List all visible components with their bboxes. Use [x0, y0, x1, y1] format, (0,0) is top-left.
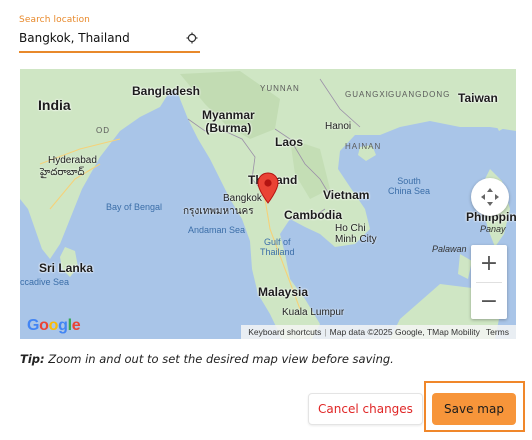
- map-label-laccadive-sea: ccadive Sea: [20, 277, 70, 287]
- map-label-bangkok-local: กรุงเทพมหานคร: [183, 206, 254, 217]
- tip-text: Tip: Zoom in and out to set the desired …: [20, 352, 394, 366]
- map-label-hyderabad: Hyderabad: [48, 155, 97, 166]
- map-label-hainan: HAINAN: [345, 142, 382, 151]
- map-view[interactable]: India Bangladesh YUNNAN GUANGXI GUANGDON…: [20, 69, 516, 339]
- map-label-hyderabad-local: హైదరాబాద్: [40, 167, 85, 178]
- cancel-changes-button[interactable]: Cancel changes: [308, 393, 423, 425]
- map-pan-control[interactable]: [471, 178, 509, 216]
- crosshair-icon[interactable]: [186, 32, 198, 44]
- tip-prefix: Tip:: [20, 352, 45, 366]
- map-label-panay: Panay: [480, 224, 506, 234]
- search-location-field: Search location: [19, 15, 200, 53]
- map-label-cambodia: Cambodia: [284, 208, 343, 222]
- map-label-palawan: Palawan: [432, 244, 467, 254]
- terms-link[interactable]: Terms: [483, 327, 512, 337]
- zoom-control: + −: [471, 245, 507, 319]
- location-pin-icon: [257, 172, 279, 204]
- zoom-in-button[interactable]: +: [471, 245, 507, 282]
- map-label-south-china-sea: South China Sea: [388, 176, 431, 196]
- search-location-label: Search location: [19, 15, 90, 25]
- map-label-od: OD: [96, 126, 110, 135]
- save-map-button[interactable]: Save map: [432, 393, 516, 425]
- map-label-india: India: [38, 97, 71, 113]
- move-arrows-icon: [481, 188, 499, 206]
- zoom-out-button[interactable]: −: [471, 283, 507, 320]
- search-location-row: [19, 27, 200, 53]
- map-label-bangladesh: Bangladesh: [132, 84, 201, 98]
- map-label-laos: Laos: [275, 135, 304, 149]
- map-label-sri-lanka: Sri Lanka: [39, 261, 94, 275]
- map-label-guangdong: GUANGDONG: [388, 90, 451, 99]
- map-label-bay-of-bengal: Bay of Bengal: [106, 202, 163, 212]
- map-label-hanoi: Hanoi: [325, 121, 352, 132]
- search-location-input[interactable]: [19, 29, 179, 47]
- map-data-text: Map data ©2025 Google, TMap Mobility: [329, 327, 480, 337]
- keyboard-shortcuts-link[interactable]: Keyboard shortcuts: [245, 327, 324, 337]
- map-label-gulf-of-thailand: Gulf of Thailand: [260, 237, 295, 257]
- map-label-myanmar: Myanmar (Burma): [202, 108, 255, 135]
- map-label-kuala-lumpur: Kuala Lumpur: [282, 307, 345, 318]
- map-label-vietnam: Vietnam: [323, 188, 370, 202]
- map-label-ho-chi-minh: Ho Chi Minh City: [335, 223, 377, 245]
- google-logo: Google: [27, 317, 81, 334]
- map-label-taiwan: Taiwan: [458, 91, 498, 105]
- map-label-malaysia: Malaysia: [258, 285, 309, 299]
- map-label-guangxi: GUANGXI: [345, 90, 389, 99]
- map-label-andaman-sea: Andaman Sea: [188, 225, 246, 235]
- map-label-yunnan: YUNNAN: [260, 84, 300, 93]
- tip-body: Zoom in and out to set the desired map v…: [44, 352, 394, 366]
- map-attribution: Keyboard shortcuts | Map data ©2025 Goog…: [241, 325, 516, 339]
